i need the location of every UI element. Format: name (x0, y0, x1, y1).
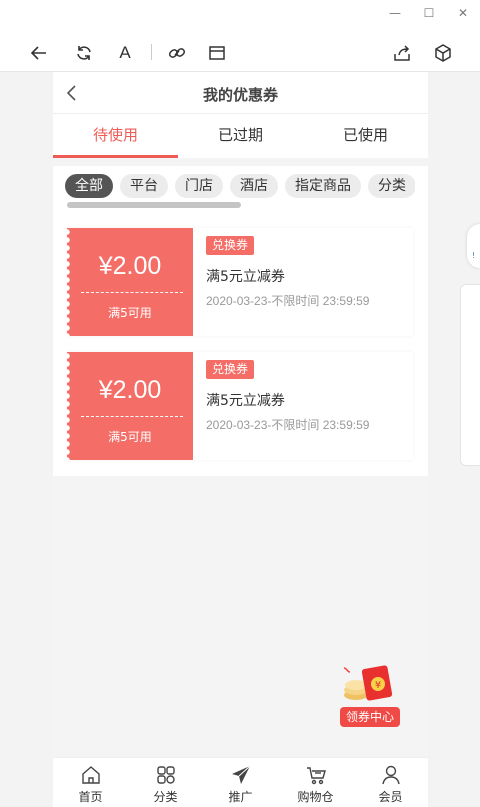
page-title: 我的优惠券 (202, 86, 278, 104)
nav-item-home[interactable]: 首页 (53, 758, 128, 807)
nav-label: 会员 (378, 790, 403, 804)
coupon-card[interactable]: ¥2.00 满5可用 兑换券 满5元立减券 2020-03-23-不限时间 23… (67, 352, 413, 460)
coupon-validity: 2020-03-23-不限时间 23:59:59 (206, 294, 370, 308)
coupon-amount: ¥2.00 (98, 252, 162, 280)
nav-item-category[interactable]: 分类 (128, 758, 203, 807)
user-icon (381, 765, 400, 785)
filter-chip-all[interactable]: 全部 (65, 174, 113, 198)
paper-plane-icon (231, 765, 250, 784)
nav-item-promote[interactable]: 推广 (203, 758, 278, 807)
coupon-divider (81, 292, 183, 293)
tab-expired[interactable]: 已过期 (178, 114, 303, 158)
cart-icon (306, 767, 326, 785)
close-button[interactable]: ✕ (446, 4, 480, 22)
nav-item-cart[interactable]: 购物仓 (278, 758, 353, 807)
nav-item-member[interactable]: 会员 (353, 758, 428, 807)
nav-label: 分类 (153, 790, 178, 804)
coupon-type-badge: 兑换券 (206, 236, 255, 255)
back-arrow-icon[interactable] (24, 38, 54, 68)
coupon-validity: 2020-03-23-不限时间 23:59:59 (206, 418, 370, 432)
filter-chip-hotel[interactable]: 酒店 (230, 174, 278, 198)
filter-chip-category[interactable]: 分类 (368, 174, 415, 198)
filter-scrollbar[interactable] (67, 202, 241, 208)
filter-chips: 全部 平台 门店 酒店 指定商品 分类 (65, 174, 415, 200)
nav-label: 首页 (78, 790, 103, 804)
window-icon[interactable] (202, 38, 232, 68)
coupon-center-label: 领券中心 (340, 707, 400, 727)
side-bubble[interactable]: ! (467, 224, 480, 268)
bottom-nav: 首页 分类 推广 购物仓 会员 (53, 757, 428, 807)
font-size-button[interactable]: A (110, 38, 140, 68)
coupon-name: 满5元立减券 (206, 393, 285, 409)
window-controls: — ☐ ✕ (378, 4, 480, 22)
coupon-card[interactable]: ¥2.00 满5可用 兑换券 满5元立减券 2020-03-23-不限时间 23… (67, 228, 413, 336)
nav-label: 购物仓 (297, 790, 334, 804)
filter-chip-store[interactable]: 门店 (175, 174, 223, 198)
coupon-center-button[interactable]: ¥ 领券中心 (338, 662, 404, 728)
coupon-name: 满5元立减券 (206, 269, 285, 285)
status-tabs: 待使用 已过期 已使用 (53, 114, 428, 158)
filter-chip-platform[interactable]: 平台 (120, 174, 168, 198)
coupon-condition: 满5可用 (108, 306, 152, 320)
filter-chip-products[interactable]: 指定商品 (285, 174, 361, 198)
link-icon[interactable] (162, 38, 192, 68)
coupon-condition: 满5可用 (108, 430, 152, 444)
maximize-button[interactable]: ☐ (412, 4, 446, 22)
page-header: 我的优惠券 (53, 72, 428, 114)
cube-icon[interactable] (428, 38, 458, 68)
coupon-divider (81, 416, 183, 417)
coupon-panel: 全部 平台 门店 酒店 指定商品 分类 ¥2.00 满5可用 兑换券 满5元立减券 202… (53, 166, 428, 476)
home-icon (81, 766, 100, 784)
toolbar-divider (151, 44, 152, 60)
tab-pending[interactable]: 待使用 (53, 114, 178, 158)
refresh-icon[interactable] (69, 38, 99, 68)
side-drawer-handle[interactable] (460, 284, 480, 466)
share-icon[interactable] (387, 38, 417, 68)
grid-icon (156, 766, 175, 784)
minimize-button[interactable]: — (378, 4, 412, 22)
svg-text:¥: ¥ (375, 680, 381, 691)
nav-label: 推广 (228, 790, 253, 804)
coupon-amount: ¥2.00 (98, 376, 162, 404)
red-envelope-icon: ¥ (343, 665, 393, 701)
coupon-type-badge: 兑换券 (206, 360, 255, 379)
side-bubble-text: ! (472, 251, 476, 260)
tab-used[interactable]: 已使用 (303, 114, 428, 158)
